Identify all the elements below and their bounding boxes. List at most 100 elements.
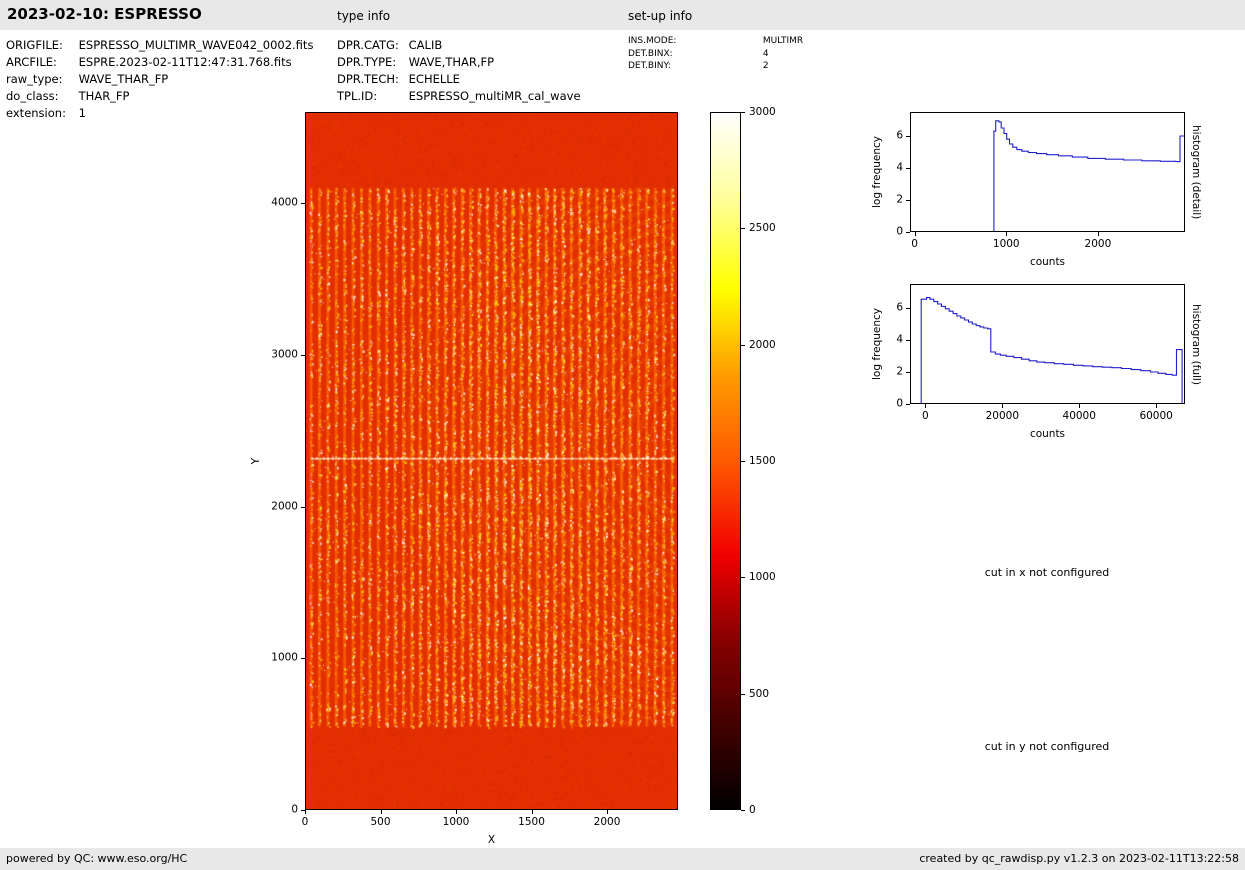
- x-tick-label: 40000: [1062, 410, 1096, 422]
- main-xlabel: X: [487, 834, 496, 846]
- x-tick-label: 1500: [518, 816, 545, 828]
- meta-value: CALIB: [408, 38, 443, 52]
- y-tick-mark: [301, 658, 305, 660]
- y-tick-label: 0: [291, 803, 298, 816]
- y-tick-mark: [301, 203, 305, 205]
- y-tick-mark: [906, 404, 910, 405]
- colorbar-tick-label: 1000: [749, 571, 776, 584]
- meta-label: raw_type:: [6, 72, 63, 86]
- y-tick-label: 2: [896, 193, 903, 206]
- colorbar-tick-mark: [741, 112, 745, 113]
- page-title: 2023-02-10: ESPRESSO: [7, 5, 202, 23]
- meta-label: DET.BINY:: [628, 61, 671, 71]
- meta-row-detbinx: DET.BINX: 4: [628, 48, 803, 61]
- meta-row-extension: extension: 1: [6, 105, 313, 122]
- type-info-heading: type info: [337, 9, 391, 23]
- y-tick-label: 1000: [271, 651, 298, 664]
- meta-value: ESPRESSO_MULTIMR_WAVE042_0002.fits: [78, 38, 314, 52]
- footer-right-text: created by qc_rawdisp.py v1.2.3 on 2023-…: [919, 852, 1239, 865]
- colorbar-tick-mark: [741, 577, 745, 579]
- meta-value: 2: [762, 61, 769, 71]
- colorbar-tick-label: 1500: [749, 455, 776, 467]
- detector-image-plot: Y X 0 500 1000 1500 2000 0 1000 2000 3000 4000: [250, 112, 678, 846]
- histogram-detail-ylabel: log frequency: [871, 135, 883, 208]
- y-tick-label: 4000: [271, 196, 298, 209]
- histogram-full-line: [910, 284, 1185, 404]
- x-tick-label: 20000: [985, 410, 1019, 422]
- meta-label: DPR.TECH:: [337, 72, 399, 86]
- meta-label: ORIGFILE:: [6, 38, 63, 52]
- meta-value: ECHELLE: [408, 72, 460, 86]
- histogram-detail-plot: log frequency histogram (detail) counts …: [871, 112, 1202, 268]
- meta-label: DPR.CATG:: [337, 38, 399, 52]
- x-tick-mark: [305, 810, 306, 814]
- y-tick-label: 2000: [271, 499, 298, 512]
- histogram-full-title: histogram (full): [1190, 303, 1202, 385]
- cut-x-message: cut in x not configured: [984, 566, 1110, 579]
- main-ylabel-col: Y: [249, 112, 263, 810]
- meta-value: MULTIMR: [762, 36, 804, 46]
- y-tick-mark: [301, 354, 305, 356]
- meta-label: extension:: [6, 106, 66, 120]
- y-tick-label: 6: [896, 129, 903, 142]
- colorbar-tick-mark: [741, 810, 745, 811]
- histogram-detail-ylabel-col: log frequency: [870, 112, 884, 232]
- y-tick-mark: [906, 136, 910, 137]
- histogram-full-plot: log frequency histogram (full) counts 0 2…: [871, 284, 1202, 440]
- x-tick-mark: [914, 232, 916, 236]
- x-tick-label: 60000: [1139, 410, 1173, 422]
- y-tick-mark: [906, 200, 910, 201]
- histogram-full-ylabel: log frequency: [871, 307, 883, 380]
- meta-row-dprtech: DPR.TECH: ECHELLE: [337, 71, 581, 88]
- x-tick-mark: [456, 810, 457, 814]
- y-tick-label: 0: [896, 225, 903, 238]
- meta-value: ESPRE.2023-02-11T12:47:31.768.fits: [78, 55, 292, 69]
- meta-row-doclass: do_class: THAR_FP: [6, 88, 313, 105]
- x-tick-mark: [1079, 404, 1081, 408]
- x-tick-mark: [1156, 404, 1158, 408]
- meta-row-arcfile: ARCFILE: ESPRE.2023-02-11T12:47:31.768.f…: [6, 54, 313, 71]
- x-tick-label: 2000: [593, 816, 621, 828]
- x-tick-mark: [1002, 404, 1004, 408]
- y-tick-label: 6: [896, 301, 903, 314]
- meta-label: ARCFILE:: [6, 55, 57, 69]
- x-tick-label: 0: [301, 816, 309, 828]
- y-tick-mark: [906, 340, 910, 341]
- meta-value: 4: [762, 48, 769, 59]
- meta-value: THAR_FP: [78, 89, 130, 103]
- y-tick-label: 3000: [271, 348, 298, 361]
- colorbar-tick-mark: [741, 228, 745, 230]
- x-tick-mark: [531, 810, 533, 814]
- meta-row-origfile: ORIGFILE: ESPRESSO_MULTIMR_WAVE042_0002.…: [6, 37, 313, 54]
- meta-row-insmode: INS.MODE: MULTIMR: [628, 35, 803, 48]
- x-tick-label: 0: [911, 238, 918, 250]
- histogram-full-xlabel: counts: [1029, 428, 1066, 440]
- type-info-block: DPR.CATG: CALIB DPR.TYPE: WAVE,THAR,FP D…: [337, 37, 581, 105]
- y-tick-mark: [906, 232, 910, 233]
- x-tick-label: 1000: [442, 816, 470, 828]
- colorbar-gradient: [710, 112, 741, 810]
- meta-value: WAVE_THAR_FP: [78, 72, 169, 86]
- x-tick-mark: [1097, 232, 1099, 236]
- cut-y-message: cut in y not configured: [984, 740, 1110, 753]
- colorbar-tick-label: 2000: [749, 338, 776, 351]
- x-tick-mark: [1006, 232, 1008, 236]
- meta-label: do_class:: [6, 89, 59, 103]
- y-tick-label: 4: [896, 161, 903, 174]
- y-tick-mark: [906, 372, 910, 373]
- colorbar-tick-label: 2500: [749, 222, 776, 235]
- y-tick-mark: [301, 506, 305, 508]
- meta-label: DPR.TYPE:: [337, 55, 397, 69]
- meta-value: ESPRESSO_multiMR_cal_wave: [408, 89, 581, 103]
- histogram-full-title-col: histogram (full): [1189, 284, 1203, 404]
- meta-row-detbiny: DET.BINY: 2: [628, 60, 803, 73]
- histogram-detail-xlabel: counts: [1029, 256, 1066, 268]
- meta-row-rawtype: raw_type: WAVE_THAR_FP: [6, 71, 313, 88]
- histogram-detail-title: histogram (detail): [1190, 124, 1202, 220]
- colorbar: 0 500 1000 1500 2000 2500 3000: [710, 106, 776, 816]
- y-tick-mark: [906, 168, 910, 169]
- qc-rawdisp-page: 2023-02-10: ESPRESSO type info set-up in…: [0, 0, 1245, 870]
- x-tick-label: 0: [922, 410, 929, 422]
- y-tick-mark: [301, 810, 305, 811]
- y-tick-label: 0: [896, 397, 903, 410]
